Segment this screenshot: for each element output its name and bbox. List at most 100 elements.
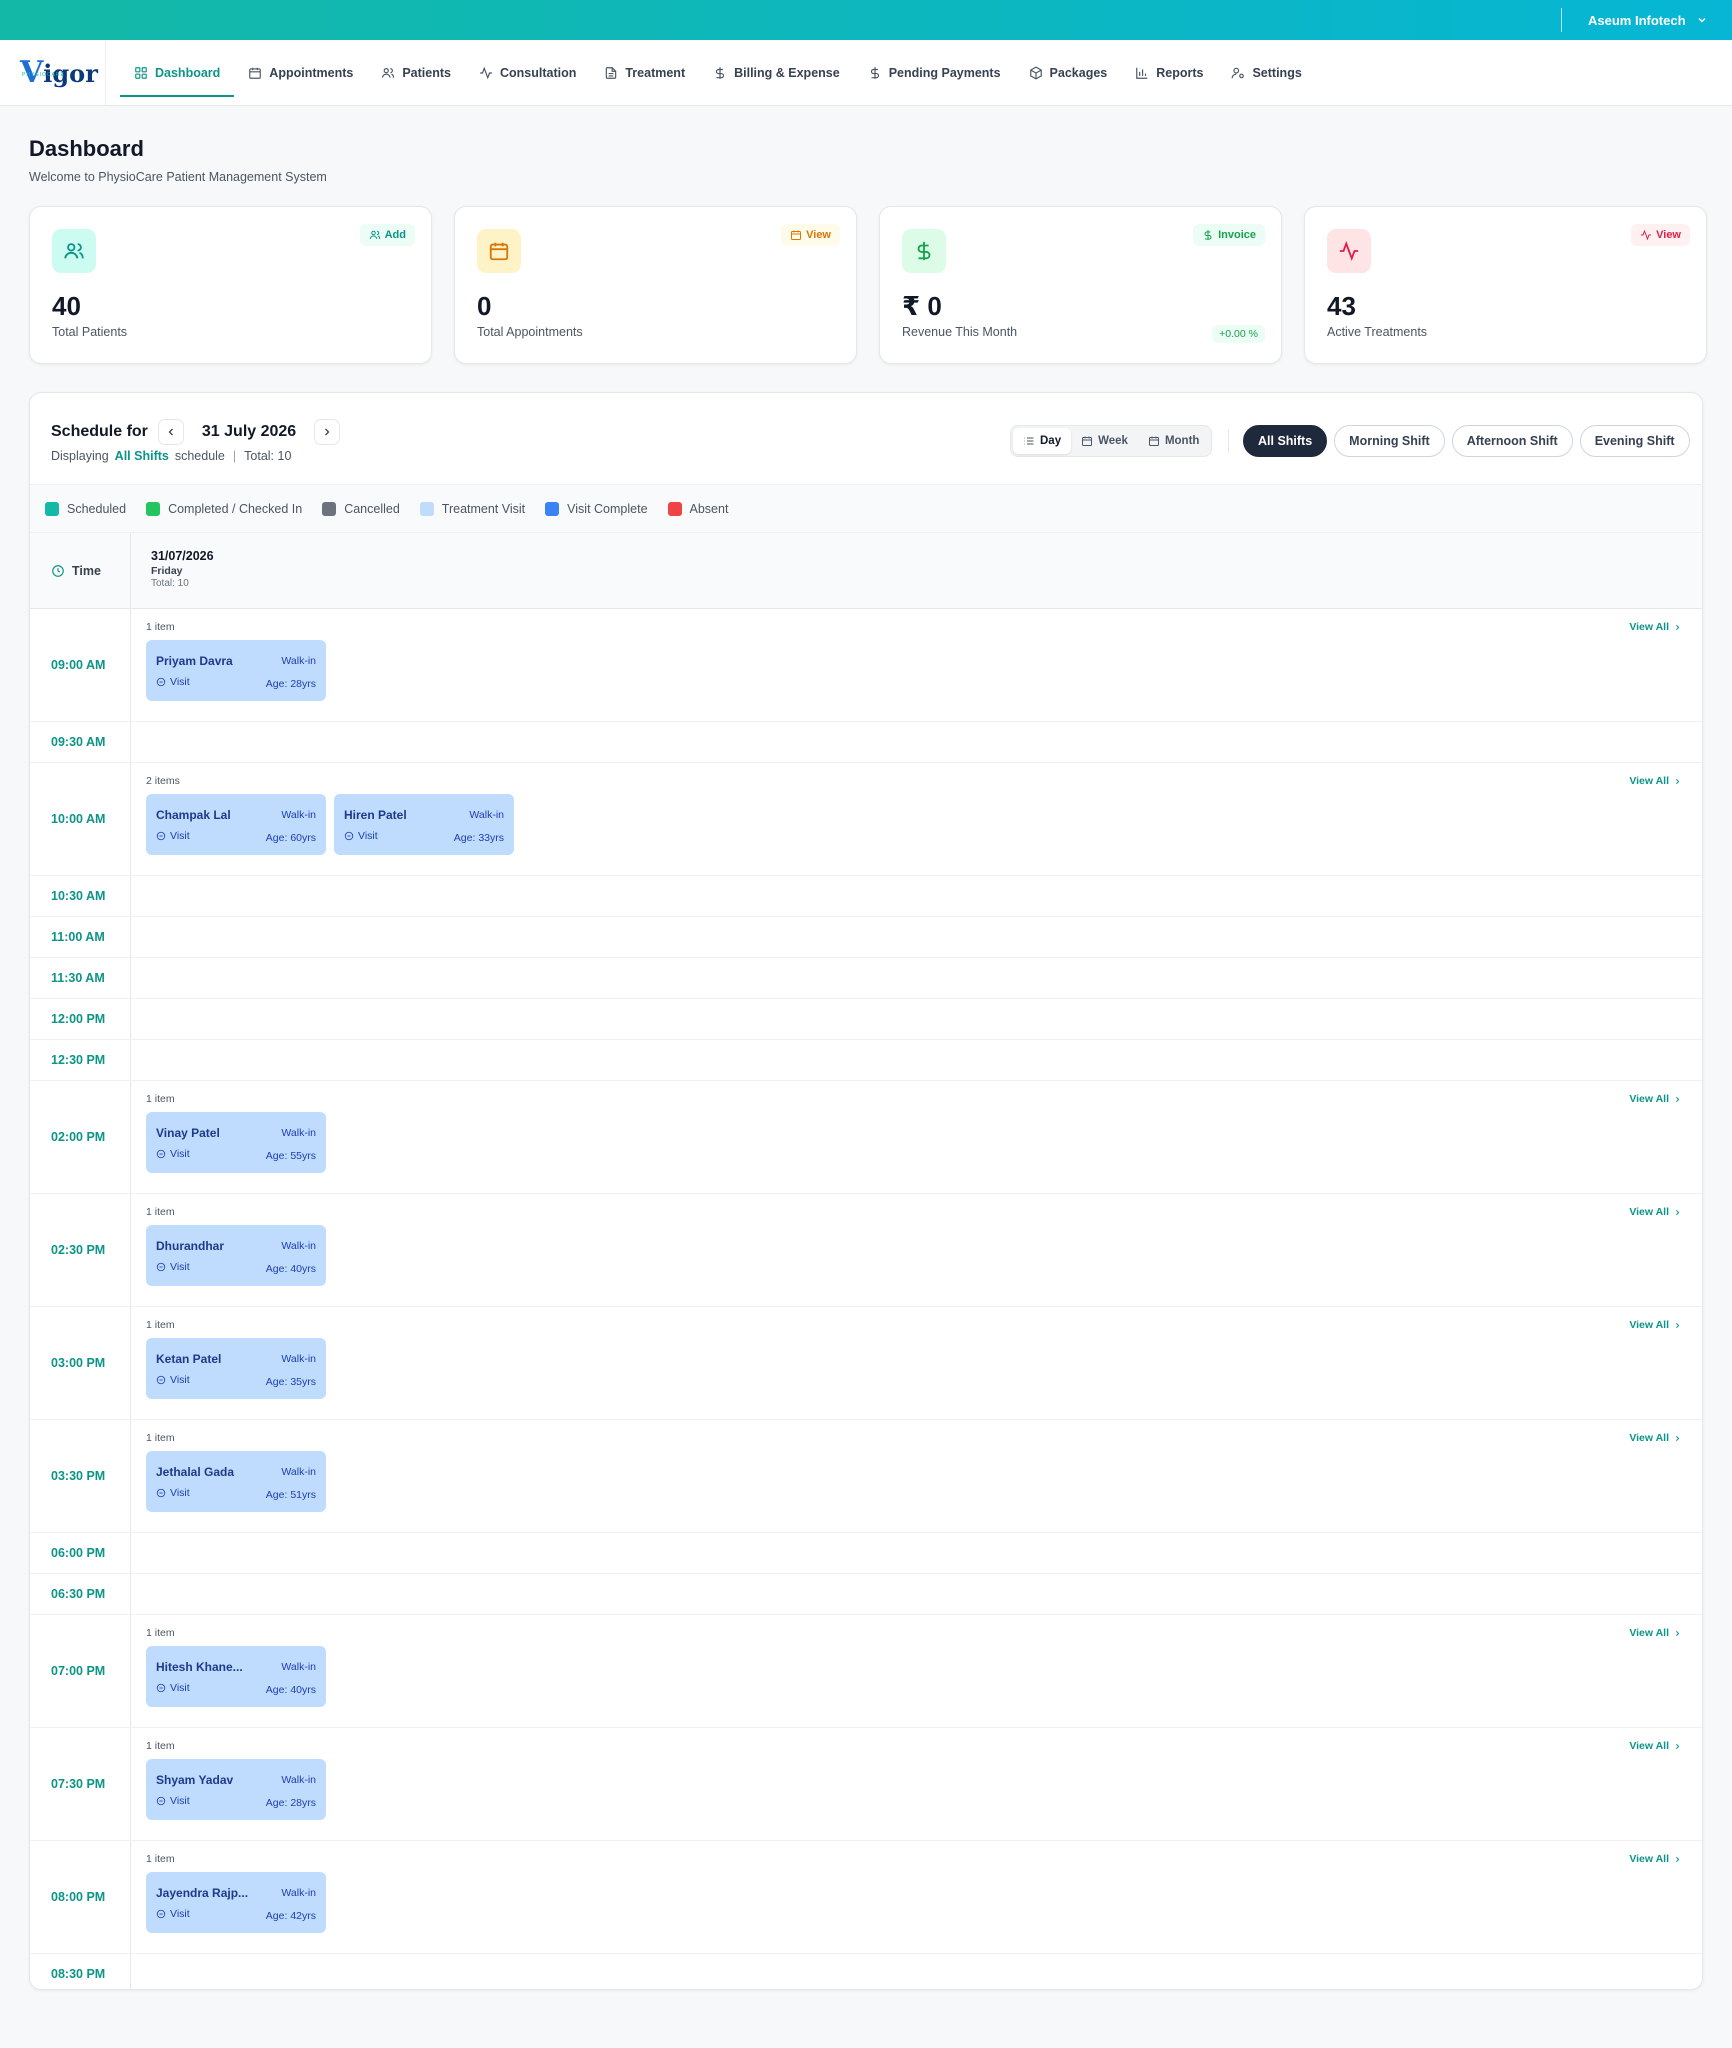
slot-appointments: Priyam Davra Walk-in Visit Age: 28yrs bbox=[146, 640, 326, 701]
view-all-link[interactable]: View All bbox=[1629, 775, 1682, 787]
patient-age: Age: 40yrs bbox=[265, 1684, 316, 1696]
nav-item-treatment[interactable]: Treatment bbox=[590, 40, 699, 105]
time-slot-cell[interactable] bbox=[131, 1954, 1702, 1989]
view-month-button[interactable]: Month bbox=[1138, 428, 1209, 454]
view-label: Week bbox=[1098, 435, 1128, 447]
page-title: Dashboard bbox=[29, 136, 144, 161]
time-slot-cell[interactable] bbox=[131, 1533, 1702, 1573]
time-slot-cell[interactable] bbox=[131, 722, 1702, 762]
active-treatments-card: View 43 Active Treatments bbox=[1304, 206, 1707, 364]
time-slot-cell[interactable]: 2 items View All Champak Lal Walk-in Visit Ag… bbox=[131, 763, 1702, 875]
card-action-button[interactable]: View bbox=[1631, 224, 1690, 246]
chevron-right-icon bbox=[1676, 1096, 1680, 1102]
shift-afternoon-shift-button[interactable]: Afternoon Shift bbox=[1451, 425, 1573, 457]
time-slot-cell[interactable] bbox=[131, 958, 1702, 998]
card-label: Revenue This Month bbox=[902, 325, 1018, 339]
time-slot-cell[interactable]: 1 item View All Shyam Yadav Walk-in Visit Age… bbox=[131, 1728, 1702, 1840]
time-slot-cell[interactable]: 1 item View All Priyam Davra Walk-in Visit Ag… bbox=[131, 609, 1702, 721]
time-slot-cell[interactable] bbox=[131, 1040, 1702, 1080]
users-icon bbox=[382, 67, 395, 78]
time-slot-cell[interactable] bbox=[131, 1574, 1702, 1614]
nav-item-packages[interactable]: Packages bbox=[1015, 40, 1122, 105]
legend-swatch bbox=[545, 501, 560, 516]
time-slot-label: 10:30 AM bbox=[30, 876, 131, 916]
nav-item-patients[interactable]: Patients bbox=[367, 40, 465, 105]
appointment-card[interactable]: Shyam Yadav Walk-in Visit Age: 28yrs bbox=[146, 1759, 326, 1820]
card-action-button[interactable]: View bbox=[781, 224, 840, 246]
shift-filters: All Shifts Morning Shift Afternoon Shift Ev… bbox=[1243, 425, 1690, 457]
nav-item-consultation[interactable]: Consultation bbox=[465, 40, 590, 105]
time-slot-cell[interactable]: 1 item View All Ketan Patel Walk-in Visit Age… bbox=[131, 1307, 1702, 1419]
company-switcher[interactable]: Aseum Infotech bbox=[1588, 0, 1708, 40]
view-day-button[interactable]: Day bbox=[1013, 428, 1072, 454]
time-slot-cell[interactable]: 1 item View All Dhurandhar Walk-in Visit Age:… bbox=[131, 1194, 1702, 1306]
prev-day-button[interactable] bbox=[157, 419, 184, 445]
view-all-link[interactable]: View All bbox=[1629, 1206, 1682, 1218]
time-slot-cell[interactable]: 1 item View All Hitesh Khane... Walk-in Visi… bbox=[131, 1615, 1702, 1727]
time-slot-label: 02:30 PM bbox=[30, 1194, 131, 1306]
card-icon-box bbox=[52, 229, 96, 273]
schedule-total: Total: 10 bbox=[244, 449, 292, 463]
time-slot-cell[interactable] bbox=[131, 876, 1702, 916]
time-slot-cell[interactable] bbox=[131, 917, 1702, 957]
app-logo[interactable]: Vigor PHYSIOCARE bbox=[0, 40, 106, 105]
view-all-label: View All bbox=[1629, 1093, 1669, 1105]
shift-morning-shift-button[interactable]: Morning Shift bbox=[1334, 425, 1445, 457]
view-all-label: View All bbox=[1629, 775, 1669, 787]
card-action-button[interactable]: Invoice bbox=[1193, 224, 1265, 246]
schedule-word: schedule bbox=[174, 449, 225, 463]
appointment-card[interactable]: Ketan Patel Walk-in Visit Age: 35yrs bbox=[146, 1338, 326, 1399]
appointment-card[interactable]: Dhurandhar Walk-in Visit Age: 40yrs bbox=[146, 1225, 326, 1286]
appointment-card[interactable]: Vinay Patel Walk-in Visit Age: 55yrs bbox=[146, 1112, 326, 1173]
view-all-link[interactable]: View All bbox=[1629, 621, 1682, 633]
time-slot-cell[interactable]: 1 item View All Jayendra Rajp... Walk-in Vis… bbox=[131, 1841, 1702, 1953]
appointment-kind: Visit bbox=[156, 1374, 190, 1386]
appointment-kind-label: Visit bbox=[170, 1908, 190, 1920]
patient-age: Age: 33yrs bbox=[453, 832, 504, 844]
appointment-type: Walk-in bbox=[281, 1661, 316, 1673]
nav-item-appointments[interactable]: Appointments bbox=[234, 40, 367, 105]
appointment-card[interactable]: Hitesh Khane... Walk-in Visit Age: 40yrs bbox=[146, 1646, 326, 1707]
appointment-card[interactable]: Jethalal Gada Walk-in Visit Age: 51yrs bbox=[146, 1451, 326, 1512]
nav-item-reports[interactable]: Reports bbox=[1121, 40, 1217, 105]
appointment-card[interactable]: Jayendra Rajp... Walk-in Visit Age: 42yrs bbox=[146, 1872, 326, 1933]
card-icon-box bbox=[477, 229, 521, 273]
view-all-link[interactable]: View All bbox=[1629, 1740, 1682, 1752]
legend-swatch bbox=[667, 501, 682, 516]
card-action-button[interactable]: Add bbox=[359, 224, 415, 246]
appointment-card[interactable]: Champak Lal Walk-in Visit Age: 60yrs bbox=[146, 794, 326, 855]
view-all-link[interactable]: View All bbox=[1629, 1627, 1682, 1639]
nav-item-settings[interactable]: Settings bbox=[1217, 40, 1315, 105]
bar-chart-icon bbox=[1136, 67, 1148, 79]
legend-item: Scheduled bbox=[45, 501, 126, 516]
time-slot-cell[interactable]: 1 item View All Vinay Patel Walk-in Visit Age… bbox=[131, 1081, 1702, 1193]
day-column-weekday: Friday bbox=[151, 565, 183, 577]
card-action-label: View bbox=[806, 229, 831, 241]
shift-evening-shift-button[interactable]: Evening Shift bbox=[1579, 425, 1690, 457]
next-day-button[interactable] bbox=[314, 419, 341, 445]
view-all-link[interactable]: View All bbox=[1629, 1853, 1682, 1865]
view-all-link[interactable]: View All bbox=[1629, 1432, 1682, 1444]
view-week-button[interactable]: Week bbox=[1071, 428, 1138, 454]
patient-name: Hitesh Khane... bbox=[156, 1660, 243, 1674]
nav-item-dashboard[interactable]: Dashboard bbox=[120, 40, 235, 105]
circle-minus-icon bbox=[156, 831, 166, 841]
circle-minus-icon bbox=[156, 1488, 166, 1498]
time-slot-cell[interactable]: 1 item View All Jethalal Gada Walk-in Visit A… bbox=[131, 1420, 1702, 1532]
nav-item-billing-expense[interactable]: Billing & Expense bbox=[699, 40, 854, 105]
view-all-link[interactable]: View All bbox=[1629, 1319, 1682, 1331]
appointment-card[interactable]: Priyam Davra Walk-in Visit Age: 28yrs bbox=[146, 640, 326, 701]
nav-item-label: Reports bbox=[1156, 65, 1204, 80]
shift-all-shifts-button[interactable]: All Shifts bbox=[1243, 425, 1328, 457]
patient-name: Hiren Patel bbox=[344, 808, 407, 822]
activity-icon bbox=[1339, 241, 1359, 261]
patient-name: Champak Lal bbox=[156, 808, 231, 822]
nav-item-pending-payments[interactable]: Pending Payments bbox=[854, 40, 1015, 105]
time-slot-cell[interactable] bbox=[131, 999, 1702, 1039]
appointment-card[interactable]: Hiren Patel Walk-in Visit Age: 33yrs bbox=[334, 794, 514, 855]
chevron-right-icon bbox=[1676, 1856, 1680, 1862]
slot-item-count: 1 item bbox=[146, 621, 175, 633]
topbar-divider bbox=[1561, 8, 1562, 32]
slot-item-count: 1 item bbox=[146, 1853, 175, 1865]
view-all-link[interactable]: View All bbox=[1629, 1093, 1682, 1105]
